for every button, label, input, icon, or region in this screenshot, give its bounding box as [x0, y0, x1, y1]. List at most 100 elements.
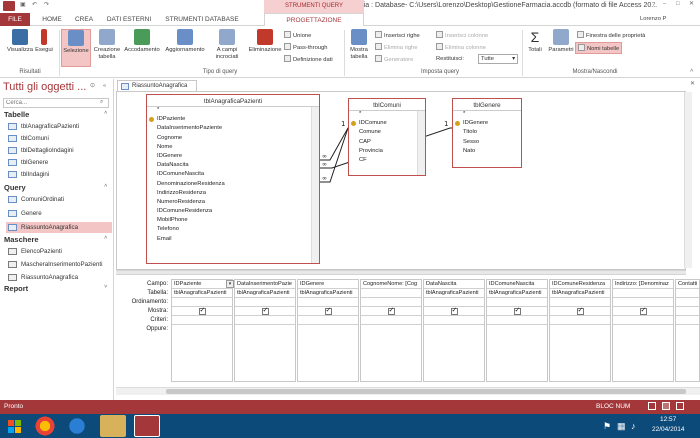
grid-cell-ordinamento[interactable]: [424, 298, 484, 307]
table-box-genere[interactable]: tblGenere * IDGenere Titolo Sesso Nato: [452, 98, 522, 168]
nav-section-tabelle[interactable]: Tabelle: [4, 110, 29, 119]
undo-icon[interactable]: ↶: [32, 2, 37, 8]
checkbox-checked-icon[interactable]: [261, 307, 269, 315]
grid-cell-tabella[interactable]: tblAnagraficaPazienti: [172, 289, 232, 298]
checkbox-checked-icon[interactable]: [639, 307, 647, 315]
grid-cell-criteri[interactable]: [613, 316, 673, 325]
maximize-icon[interactable]: □: [676, 1, 680, 7]
finestra-proprieta-button[interactable]: Finestra delle proprietà: [577, 31, 645, 39]
nav-item-tblgenere[interactable]: tblGenere: [6, 157, 112, 168]
grid-cell-campo[interactable]: CognomeNome: [Cog: [361, 280, 421, 289]
field-cf[interactable]: CF: [349, 157, 425, 166]
grid-cell-mostra[interactable]: [172, 307, 232, 316]
minimize-icon[interactable]: –: [663, 1, 666, 7]
checkbox-checked-icon[interactable]: [387, 307, 395, 315]
grid-cell-tabella[interactable]: tblAnagraficaPazienti: [298, 289, 358, 298]
grid-cell-criteri[interactable]: [550, 316, 610, 325]
grid-cell-ordinamento[interactable]: [676, 298, 699, 307]
nav-menu-chevron-icon[interactable]: ⊙: [90, 83, 95, 89]
nav-item-tblanagraficapazienti[interactable]: tblAnagraficaPazienti: [6, 121, 112, 132]
checkbox-checked-icon[interactable]: [198, 307, 206, 315]
nomi-tabelle-button[interactable]: Nomi tabelle: [575, 42, 623, 54]
nav-section-report[interactable]: Report: [4, 284, 28, 293]
grid-cell-criteri[interactable]: [487, 316, 547, 325]
grid-cell-campo[interactable]: Indirizzo: [Denominaz: [613, 280, 673, 289]
nav-search-input[interactable]: [3, 98, 109, 108]
field-idgenere[interactable]: IDGenere: [147, 153, 319, 162]
close-document-icon[interactable]: ✕: [690, 81, 695, 87]
redo-icon[interactable]: ↷: [44, 2, 49, 8]
save-icon[interactable]: ▣: [20, 2, 25, 8]
collapse-ribbon-icon[interactable]: ˄: [690, 68, 693, 74]
elimina-righe-button[interactable]: Elimina righe: [375, 43, 418, 51]
clock-date[interactable]: 22/04/2014: [652, 426, 685, 433]
grid-cell-criteri[interactable]: [361, 316, 421, 325]
tab-progettazione[interactable]: PROGETTAZIONE: [264, 13, 364, 26]
tab-home[interactable]: HOME: [37, 13, 67, 26]
definizione-dati-button[interactable]: Definizione dati: [284, 55, 333, 63]
field-indirizzo[interactable]: IndirizzoResidenza: [147, 190, 319, 199]
nav-pane-title[interactable]: Tutti gli oggetti ...: [3, 81, 86, 93]
pass-through-button[interactable]: Pass-through: [284, 43, 327, 51]
grid-cell-ordinamento[interactable]: [361, 298, 421, 307]
campi-incrociati-button[interactable]: A campi incrociati: [209, 29, 245, 67]
nav-item-comuniordinati[interactable]: ComuniOrdinati: [6, 194, 112, 205]
field-idcomunenascita[interactable]: IDComuneNascita: [147, 171, 319, 180]
grid-cell-campo[interactable]: Contatti: [676, 280, 699, 289]
windows-start-icon[interactable]: [6, 417, 24, 435]
selezione-button[interactable]: Selezione: [61, 29, 91, 67]
field-datainserimento[interactable]: DataInserimentoPaziente: [147, 125, 319, 134]
design-vscroll[interactable]: [684, 92, 692, 268]
grid-cell-campo[interactable]: IDComuneNascita: [487, 280, 547, 289]
accodamento-button[interactable]: Accodamento: [123, 29, 161, 67]
grid-cell-criteri[interactable]: [676, 316, 699, 325]
table-box-title[interactable]: tblGenere: [453, 99, 521, 111]
field-cognome[interactable]: Cognome: [147, 135, 319, 144]
clock-time[interactable]: 12:57: [660, 416, 676, 423]
close-icon[interactable]: ✕: [689, 1, 694, 7]
grid-cell-mostra[interactable]: [424, 307, 484, 316]
shutter-bar-icon[interactable]: «: [103, 83, 106, 89]
file-explorer-icon[interactable]: [100, 415, 126, 437]
table-box-title[interactable]: tblAnagraficaPazienti: [147, 95, 319, 107]
field-telefono[interactable]: Telefono: [147, 226, 319, 235]
grid-cell-campo[interactable]: DataNascita: [424, 280, 484, 289]
grid-column[interactable]: Indirizzo: [Denominaz: [612, 279, 674, 382]
network-icon[interactable]: ▦: [617, 421, 626, 432]
collapse-arrow-icon[interactable]: ˄: [104, 110, 107, 116]
grid-cell-ordinamento[interactable]: [172, 298, 232, 307]
checkbox-checked-icon[interactable]: [576, 307, 584, 315]
access-taskbar-icon[interactable]: [134, 415, 160, 437]
grid-column[interactable]: IDGenere tblAnagraficaPazienti: [297, 279, 359, 382]
field-all[interactable]: *: [453, 111, 521, 120]
parametri-button[interactable]: Parametri: [547, 29, 575, 67]
nav-item-elencopazienti[interactable]: ElencoPazienti: [6, 246, 112, 257]
eliminazione-button[interactable]: Eliminazione: [246, 29, 284, 67]
field-provincia[interactable]: Provincia: [349, 148, 425, 157]
checkbox-checked-icon[interactable]: [450, 307, 458, 315]
inserisci-colonne-button[interactable]: Inserisci colonne: [436, 31, 488, 39]
tab-file[interactable]: FILE: [0, 13, 30, 26]
totali-button[interactable]: Σ Totali: [524, 29, 546, 67]
tab-dati-esterni[interactable]: DATI ESTERNI: [101, 13, 157, 26]
nav-section-query[interactable]: Query: [4, 183, 26, 192]
table-box-comuni[interactable]: tblComuni * IDComune Comune CAP Provinci…: [348, 98, 426, 176]
field-idgenere[interactable]: IDGenere: [453, 120, 521, 129]
grid-cell-ordinamento[interactable]: [487, 298, 547, 307]
field-all[interactable]: *: [349, 111, 425, 120]
tab-strumenti-database[interactable]: STRUMENTI DATABASE: [160, 13, 244, 26]
creazione-tabella-button[interactable]: Creazione tabella: [92, 29, 122, 67]
grid-cell-tabella[interactable]: tblAnagraficaPazienti: [487, 289, 547, 298]
grid-cell-criteri[interactable]: [298, 316, 358, 325]
grid-cell-tabella[interactable]: tblAnagraficaPazienti: [424, 289, 484, 298]
grid-cell-mostra[interactable]: [361, 307, 421, 316]
field-cap[interactable]: CAP: [349, 139, 425, 148]
chrome-icon[interactable]: [32, 415, 58, 437]
collapse-arrow-icon[interactable]: ˄: [104, 183, 107, 189]
field-idcomuneresidenza[interactable]: IDComuneResidenza: [147, 208, 319, 217]
user-name[interactable]: Lorenzo P: [640, 16, 666, 22]
grid-cell-campo[interactable]: DataInserimentoPazie: [235, 280, 295, 289]
grid-cell-ordinamento[interactable]: [613, 298, 673, 307]
nav-item-tblcomuni[interactable]: tblComuni: [6, 133, 112, 144]
grid-cell-tabella[interactable]: [613, 289, 673, 298]
